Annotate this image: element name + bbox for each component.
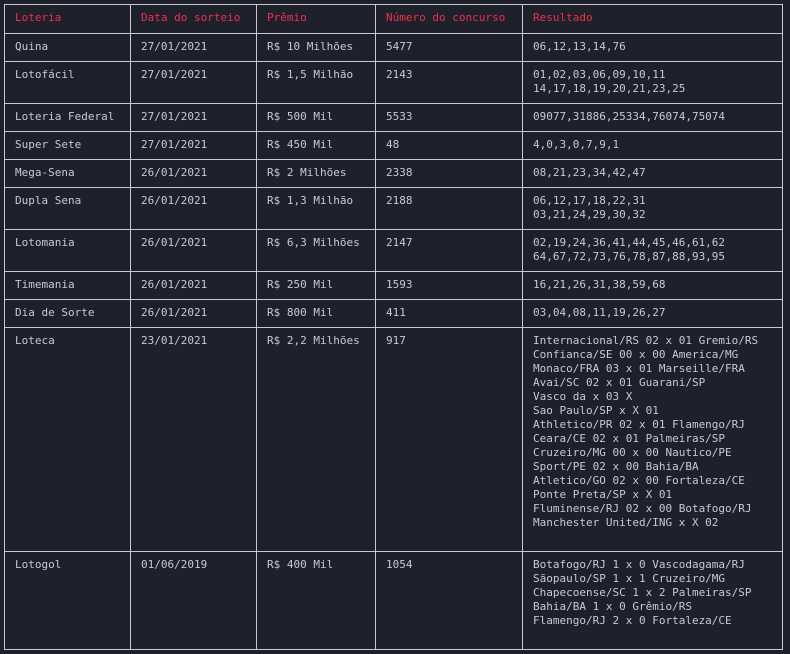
- table-row: Quina 27/01/2021 R$ 10 Milhões 5477 06,1…: [4, 33, 783, 62]
- cell-concurso: 2143: [375, 61, 523, 104]
- cell-loteria: Timemania: [4, 271, 131, 300]
- cell-loteria: Lotogol: [4, 551, 131, 650]
- cell-loteria: Lotofácil: [4, 61, 131, 104]
- cell-resultado: 09077,31886,25334,76074,75074: [522, 103, 783, 132]
- cell-data: 26/01/2021: [130, 271, 257, 300]
- cell-concurso: 2338: [375, 159, 523, 188]
- cell-premio: R$ 500 Mil: [256, 103, 376, 132]
- cell-resultado: Botafogo/RJ 1 x 0 Vascodagama/RJ Sãopaul…: [522, 551, 783, 650]
- cell-loteria: Quina: [4, 33, 131, 62]
- cell-resultado: 06,12,13,14,76: [522, 33, 783, 62]
- cell-loteria: Loteca: [4, 327, 131, 552]
- cell-concurso: 2147: [375, 229, 523, 272]
- cell-loteria: Lotomania: [4, 229, 131, 272]
- cell-resultado: 06,12,17,18,22,31 03,21,24,29,30,32: [522, 187, 783, 230]
- cell-premio: R$ 250 Mil: [256, 271, 376, 300]
- cell-premio: R$ 10 Milhões: [256, 33, 376, 62]
- cell-resultado: 16,21,26,31,38,59,68: [522, 271, 783, 300]
- cell-loteria: Super Sete: [4, 131, 131, 160]
- table-row: Lotogol 01/06/2019 R$ 400 Mil 1054 Botaf…: [4, 551, 783, 650]
- cell-concurso: 411: [375, 299, 523, 328]
- cell-data: 26/01/2021: [130, 299, 257, 328]
- cell-data: 27/01/2021: [130, 131, 257, 160]
- cell-data: 27/01/2021: [130, 103, 257, 132]
- cell-data: 23/01/2021: [130, 327, 257, 552]
- cell-premio: R$ 2 Milhões: [256, 159, 376, 188]
- cell-premio: R$ 6,3 Milhões: [256, 229, 376, 272]
- cell-concurso: 48: [375, 131, 523, 160]
- cell-concurso: 917: [375, 327, 523, 552]
- table-row: Loteca 23/01/2021 R$ 2,2 Milhões 917 Int…: [4, 327, 783, 552]
- header-premio: Prêmio: [256, 4, 376, 34]
- cell-resultado: 4,0,3,0,7,9,1: [522, 131, 783, 160]
- header-loteria: Loteria: [4, 4, 131, 34]
- cell-data: 26/01/2021: [130, 187, 257, 230]
- cell-concurso: 1593: [375, 271, 523, 300]
- cell-resultado: 01,02,03,06,09,10,11 14,17,18,19,20,21,2…: [522, 61, 783, 104]
- cell-data: 27/01/2021: [130, 61, 257, 104]
- cell-loteria: Dia de Sorte: [4, 299, 131, 328]
- cell-data: 01/06/2019: [130, 551, 257, 650]
- table-row: Dupla Sena 26/01/2021 R$ 1,3 Milhão 2188…: [4, 187, 783, 230]
- cell-concurso: 1054: [375, 551, 523, 650]
- table-row: Lotofácil 27/01/2021 R$ 1,5 Milhão 2143 …: [4, 61, 783, 104]
- cell-premio: R$ 450 Mil: [256, 131, 376, 160]
- table-row: Super Sete 27/01/2021 R$ 450 Mil 48 4,0,…: [4, 131, 783, 160]
- cell-concurso: 2188: [375, 187, 523, 230]
- cell-premio: R$ 1,3 Milhão: [256, 187, 376, 230]
- table-row: Lotomania 26/01/2021 R$ 6,3 Milhões 2147…: [4, 229, 783, 272]
- header-data-do-sorteio: Data do sorteio: [130, 4, 257, 34]
- cell-concurso: 5533: [375, 103, 523, 132]
- header-numero-do-concurso: Número do concurso: [375, 4, 523, 34]
- cell-data: 26/01/2021: [130, 159, 257, 188]
- cell-premio: R$ 2,2 Milhões: [256, 327, 376, 552]
- lottery-results-table: Loteria Data do sorteio Prêmio Número do…: [4, 4, 783, 650]
- cell-resultado: 08,21,23,34,42,47: [522, 159, 783, 188]
- table-row: Timemania 26/01/2021 R$ 250 Mil 1593 16,…: [4, 271, 783, 300]
- cell-data: 26/01/2021: [130, 229, 257, 272]
- cell-loteria: Mega-Sena: [4, 159, 131, 188]
- table-row: Mega-Sena 26/01/2021 R$ 2 Milhões 2338 0…: [4, 159, 783, 188]
- cell-premio: R$ 400 Mil: [256, 551, 376, 650]
- cell-loteria: Dupla Sena: [4, 187, 131, 230]
- header-resultado: Resultado: [522, 4, 783, 34]
- cell-resultado: Internacional/RS 02 x 01 Gremio/RS Confi…: [522, 327, 783, 552]
- cell-concurso: 5477: [375, 33, 523, 62]
- cell-premio: R$ 1,5 Milhão: [256, 61, 376, 104]
- table-row: Dia de Sorte 26/01/2021 R$ 800 Mil 411 0…: [4, 299, 783, 328]
- cell-resultado: 02,19,24,36,41,44,45,46,61,62 64,67,72,7…: [522, 229, 783, 272]
- table-row: Loteria Federal 27/01/2021 R$ 500 Mil 55…: [4, 103, 783, 132]
- cell-premio: R$ 800 Mil: [256, 299, 376, 328]
- table-header-row: Loteria Data do sorteio Prêmio Número do…: [4, 4, 783, 34]
- cell-loteria: Loteria Federal: [4, 103, 131, 132]
- cell-resultado: 03,04,08,11,19,26,27: [522, 299, 783, 328]
- cell-data: 27/01/2021: [130, 33, 257, 62]
